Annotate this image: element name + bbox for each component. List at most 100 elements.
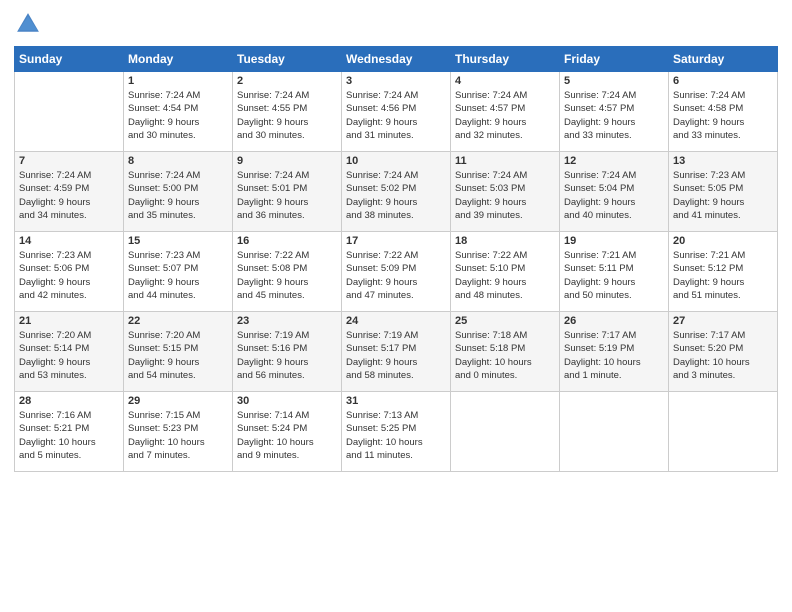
day-number: 24 bbox=[346, 315, 446, 327]
day-info: Sunrise: 7:20 AMSunset: 5:15 PMDaylight:… bbox=[128, 329, 228, 382]
calendar-cell bbox=[15, 72, 124, 152]
day-number: 7 bbox=[19, 155, 119, 167]
day-number: 19 bbox=[564, 235, 664, 247]
calendar-week-row: 7 Sunrise: 7:24 AMSunset: 4:59 PMDaylight… bbox=[15, 152, 778, 232]
day-info: Sunrise: 7:19 AMSunset: 5:17 PMDaylight:… bbox=[346, 329, 446, 382]
day-number: 1 bbox=[128, 75, 228, 87]
logo-icon bbox=[14, 10, 42, 38]
calendar-cell bbox=[560, 392, 669, 472]
day-info: Sunrise: 7:22 AMSunset: 5:08 PMDaylight:… bbox=[237, 249, 337, 302]
calendar-cell: 4 Sunrise: 7:24 AMSunset: 4:57 PMDaylight… bbox=[451, 72, 560, 152]
calendar-cell: 9Sunrise: 7:24 AMSunset: 5:01 PMDaylight… bbox=[233, 152, 342, 232]
calendar-cell: 12 Sunrise: 7:24 AMSunset: 5:04 PMDayligh… bbox=[560, 152, 669, 232]
header bbox=[14, 10, 778, 38]
day-number: 8 bbox=[128, 155, 228, 167]
day-info: Sunrise: 7:16 AMSunset: 5:21 PMDaylight:… bbox=[19, 409, 119, 462]
calendar-cell: 13 Sunrise: 7:23 AMSunset: 5:05 PMDayligh… bbox=[669, 152, 778, 232]
calendar-week-row: 28 Sunrise: 7:16 AMSunset: 5:21 PMDayligh… bbox=[15, 392, 778, 472]
day-info: Sunrise: 7:24 AMSunset: 4:54 PMDaylight:… bbox=[128, 89, 228, 142]
day-number: 15 bbox=[128, 235, 228, 247]
calendar-cell: 22 Sunrise: 7:20 AMSunset: 5:15 PMDayligh… bbox=[124, 312, 233, 392]
day-info: Sunrise: 7:22 AMSunset: 5:09 PMDaylight:… bbox=[346, 249, 446, 302]
calendar-table: SundayMondayTuesdayWednesdayThursdayFrid… bbox=[14, 46, 778, 472]
day-info: Sunrise: 7:20 AMSunset: 5:14 PMDaylight:… bbox=[19, 329, 119, 382]
day-info: Sunrise: 7:23 AMSunset: 5:05 PMDaylight:… bbox=[673, 169, 773, 222]
calendar-cell: 31 Sunrise: 7:13 AMSunset: 5:25 PMDayligh… bbox=[342, 392, 451, 472]
weekday-header-thursday: Thursday bbox=[451, 47, 560, 72]
day-number: 30 bbox=[237, 395, 337, 407]
day-info: Sunrise: 7:24 AMSunset: 4:55 PMDaylight:… bbox=[237, 89, 337, 142]
day-number: 6 bbox=[673, 75, 773, 87]
calendar-cell: 28 Sunrise: 7:16 AMSunset: 5:21 PMDayligh… bbox=[15, 392, 124, 472]
calendar-cell bbox=[451, 392, 560, 472]
calendar-cell: 15 Sunrise: 7:23 AMSunset: 5:07 PMDayligh… bbox=[124, 232, 233, 312]
day-info: Sunrise: 7:17 AMSunset: 5:20 PMDaylight:… bbox=[673, 329, 773, 382]
weekday-header-wednesday: Wednesday bbox=[342, 47, 451, 72]
calendar-cell: 18Sunrise: 7:22 AMSunset: 5:10 PMDayligh… bbox=[451, 232, 560, 312]
day-info: Sunrise: 7:21 AMSunset: 5:11 PMDaylight:… bbox=[564, 249, 664, 302]
day-number: 4 bbox=[455, 75, 555, 87]
calendar-cell: 10Sunrise: 7:24 AMSunset: 5:02 PMDayligh… bbox=[342, 152, 451, 232]
calendar-cell bbox=[669, 392, 778, 472]
calendar-cell: 2 Sunrise: 7:24 AMSunset: 4:55 PMDaylight… bbox=[233, 72, 342, 152]
day-info: Sunrise: 7:19 AMSunset: 5:16 PMDaylight:… bbox=[237, 329, 337, 382]
day-info: Sunrise: 7:22 AMSunset: 5:10 PMDaylight:… bbox=[455, 249, 555, 302]
day-info: Sunrise: 7:23 AMSunset: 5:07 PMDaylight:… bbox=[128, 249, 228, 302]
day-info: Sunrise: 7:15 AMSunset: 5:23 PMDaylight:… bbox=[128, 409, 228, 462]
day-info: Sunrise: 7:18 AMSunset: 5:18 PMDaylight:… bbox=[455, 329, 555, 382]
calendar-cell: 1 Sunrise: 7:24 AMSunset: 4:54 PMDaylight… bbox=[124, 72, 233, 152]
calendar-cell: 19 Sunrise: 7:21 AMSunset: 5:11 PMDayligh… bbox=[560, 232, 669, 312]
day-number: 9 bbox=[237, 155, 337, 167]
calendar-cell: 7 Sunrise: 7:24 AMSunset: 4:59 PMDaylight… bbox=[15, 152, 124, 232]
day-number: 20 bbox=[673, 235, 773, 247]
day-number: 28 bbox=[19, 395, 119, 407]
calendar-week-row: 14 Sunrise: 7:23 AMSunset: 5:06 PMDayligh… bbox=[15, 232, 778, 312]
day-info: Sunrise: 7:24 AMSunset: 4:58 PMDaylight:… bbox=[673, 89, 773, 142]
calendar-cell: 29 Sunrise: 7:15 AMSunset: 5:23 PMDayligh… bbox=[124, 392, 233, 472]
calendar-cell: 30 Sunrise: 7:14 AMSunset: 5:24 PMDayligh… bbox=[233, 392, 342, 472]
day-info: Sunrise: 7:24 AMSunset: 4:56 PMDaylight:… bbox=[346, 89, 446, 142]
calendar-cell: 8 Sunrise: 7:24 AMSunset: 5:00 PMDaylight… bbox=[124, 152, 233, 232]
day-number: 16 bbox=[237, 235, 337, 247]
day-number: 31 bbox=[346, 395, 446, 407]
day-number: 26 bbox=[564, 315, 664, 327]
calendar-cell: 25 Sunrise: 7:18 AMSunset: 5:18 PMDayligh… bbox=[451, 312, 560, 392]
day-info: Sunrise: 7:17 AMSunset: 5:19 PMDaylight:… bbox=[564, 329, 664, 382]
day-number: 3 bbox=[346, 75, 446, 87]
calendar-cell: 11Sunrise: 7:24 AMSunset: 5:03 PMDayligh… bbox=[451, 152, 560, 232]
calendar-cell: 5Sunrise: 7:24 AMSunset: 4:57 PMDaylight… bbox=[560, 72, 669, 152]
day-number: 14 bbox=[19, 235, 119, 247]
day-number: 2 bbox=[237, 75, 337, 87]
calendar-cell: 6 Sunrise: 7:24 AMSunset: 4:58 PMDaylight… bbox=[669, 72, 778, 152]
day-number: 22 bbox=[128, 315, 228, 327]
day-info: Sunrise: 7:13 AMSunset: 5:25 PMDaylight:… bbox=[346, 409, 446, 462]
day-number: 23 bbox=[237, 315, 337, 327]
calendar-cell: 27Sunrise: 7:17 AMSunset: 5:20 PMDayligh… bbox=[669, 312, 778, 392]
day-number: 21 bbox=[19, 315, 119, 327]
calendar-cell: 24 Sunrise: 7:19 AMSunset: 5:17 PMDayligh… bbox=[342, 312, 451, 392]
day-info: Sunrise: 7:24 AMSunset: 4:59 PMDaylight:… bbox=[19, 169, 119, 222]
day-info: Sunrise: 7:24 AMSunset: 5:00 PMDaylight:… bbox=[128, 169, 228, 222]
day-number: 29 bbox=[128, 395, 228, 407]
weekday-header-friday: Friday bbox=[560, 47, 669, 72]
calendar-cell: 20 Sunrise: 7:21 AMSunset: 5:12 PMDayligh… bbox=[669, 232, 778, 312]
day-info: Sunrise: 7:14 AMSunset: 5:24 PMDaylight:… bbox=[237, 409, 337, 462]
weekday-header-saturday: Saturday bbox=[669, 47, 778, 72]
day-number: 12 bbox=[564, 155, 664, 167]
calendar-cell: 3 Sunrise: 7:24 AMSunset: 4:56 PMDaylight… bbox=[342, 72, 451, 152]
day-number: 13 bbox=[673, 155, 773, 167]
calendar-cell: 23 Sunrise: 7:19 AMSunset: 5:16 PMDayligh… bbox=[233, 312, 342, 392]
calendar-cell: 21 Sunrise: 7:20 AMSunset: 5:14 PMDayligh… bbox=[15, 312, 124, 392]
calendar-cell: 26 Sunrise: 7:17 AMSunset: 5:19 PMDayligh… bbox=[560, 312, 669, 392]
calendar-header-row: SundayMondayTuesdayWednesdayThursdayFrid… bbox=[15, 47, 778, 72]
day-number: 10 bbox=[346, 155, 446, 167]
day-info: Sunrise: 7:24 AMSunset: 5:04 PMDaylight:… bbox=[564, 169, 664, 222]
day-info: Sunrise: 7:21 AMSunset: 5:12 PMDaylight:… bbox=[673, 249, 773, 302]
calendar-week-row: 1 Sunrise: 7:24 AMSunset: 4:54 PMDaylight… bbox=[15, 72, 778, 152]
day-info: Sunrise: 7:24 AMSunset: 4:57 PMDaylight:… bbox=[455, 89, 555, 142]
day-info: Sunrise: 7:24 AMSunset: 4:57 PMDaylight:… bbox=[564, 89, 664, 142]
day-number: 25 bbox=[455, 315, 555, 327]
calendar-week-row: 21 Sunrise: 7:20 AMSunset: 5:14 PMDayligh… bbox=[15, 312, 778, 392]
day-info: Sunrise: 7:23 AMSunset: 5:06 PMDaylight:… bbox=[19, 249, 119, 302]
logo bbox=[14, 10, 46, 38]
